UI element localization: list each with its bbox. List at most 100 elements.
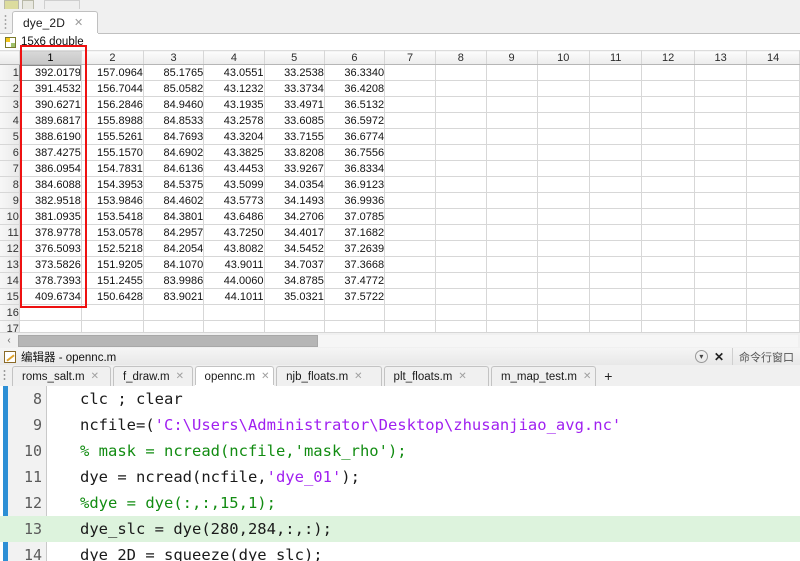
cell-r14-c13[interactable] [694,273,747,289]
cell-r3-c12[interactable] [642,97,695,113]
cell-r5-c1[interactable]: 388.6190 [19,129,81,145]
cell-r6-c13[interactable] [694,145,747,161]
cell-r6-c12[interactable] [642,145,695,161]
cell-r13-c5[interactable]: 34.7037 [264,257,324,273]
column-header-9[interactable]: 9 [486,51,537,65]
table-row[interactable]: 13373.5826151.920584.107043.901134.70373… [0,257,800,273]
cell-r3-c9[interactable] [486,97,537,113]
cell-r6-c14[interactable] [747,145,800,161]
cell-r7-c3[interactable]: 84.6136 [143,161,203,177]
cell-r10-c14[interactable] [747,209,800,225]
cell-r7-c14[interactable] [747,161,800,177]
cell-r3-c6[interactable]: 36.5132 [324,97,384,113]
cell-r3-c1[interactable]: 390.6271 [19,97,81,113]
cell-r7-c11[interactable] [590,161,642,177]
code-line-12[interactable]: 12%dye = dye(:,:,15,1); [0,490,800,516]
cell-r1-c13[interactable] [694,65,747,81]
cell-r3-c8[interactable] [435,97,486,113]
cell-r17-c10[interactable] [537,321,590,333]
cell-r1-c6[interactable]: 36.3340 [324,65,384,81]
cell-r10-c1[interactable]: 381.0935 [19,209,81,225]
cell-r9-c9[interactable] [486,193,537,209]
cell-r12-c1[interactable]: 376.5093 [19,241,81,257]
cell-r5-c6[interactable]: 36.6774 [324,129,384,145]
column-header-11[interactable]: 11 [590,51,642,65]
cell-r16-c6[interactable] [324,305,384,321]
cell-r5-c14[interactable] [747,129,800,145]
variable-grid-scroll[interactable]: 1234567891011121314 1392.0179157.096485.… [0,50,800,332]
table-row[interactable]: 3390.6271156.284684.946043.193533.497136… [0,97,800,113]
table-row[interactable]: 11378.9778153.057884.295743.725034.40173… [0,225,800,241]
cell-r14-c8[interactable] [435,273,486,289]
cell-r3-c7[interactable] [385,97,436,113]
cell-r6-c1[interactable]: 387.4275 [19,145,81,161]
cell-r9-c8[interactable] [435,193,486,209]
cell-r16-c11[interactable] [590,305,642,321]
cell-r3-c14[interactable] [747,97,800,113]
row-header-12[interactable]: 12 [0,241,19,257]
row-header-7[interactable]: 7 [0,161,19,177]
cell-r5-c9[interactable] [486,129,537,145]
cell-r17-c11[interactable] [590,321,642,333]
cell-r8-c9[interactable] [486,177,537,193]
cell-r12-c9[interactable] [486,241,537,257]
cell-r16-c12[interactable] [642,305,695,321]
row-header-1[interactable]: 1 [0,65,19,81]
cell-r1-c2[interactable]: 157.0964 [81,65,143,81]
column-header-2[interactable]: 2 [81,51,143,65]
cell-r7-c1[interactable]: 386.0954 [19,161,81,177]
cell-r9-c12[interactable] [642,193,695,209]
cell-r12-c6[interactable]: 37.2639 [324,241,384,257]
cell-r11-c4[interactable]: 43.7250 [204,225,264,241]
cell-r1-c9[interactable] [486,65,537,81]
cell-r15-c14[interactable] [747,289,800,305]
cell-r15-c7[interactable] [385,289,436,305]
cell-r7-c7[interactable] [385,161,436,177]
cell-r7-c12[interactable] [642,161,695,177]
cell-r16-c7[interactable] [385,305,436,321]
cell-r12-c14[interactable] [747,241,800,257]
cell-r16-c5[interactable] [264,305,324,321]
cell-r17-c12[interactable] [642,321,695,333]
cell-r17-c2[interactable] [81,321,143,333]
cell-r11-c2[interactable]: 153.0578 [81,225,143,241]
cell-r7-c10[interactable] [537,161,590,177]
cell-r17-c7[interactable] [385,321,436,333]
cell-r14-c5[interactable]: 34.8785 [264,273,324,289]
code-area[interactable]: 8clc ; clear9ncfile=('C:\Users\Administr… [0,386,800,561]
cell-r14-c12[interactable] [642,273,695,289]
cell-r9-c14[interactable] [747,193,800,209]
cell-r11-c11[interactable] [590,225,642,241]
table-row[interactable]: 7386.0954154.783184.613643.445333.926736… [0,161,800,177]
cell-r9-c10[interactable] [537,193,590,209]
row-header-2[interactable]: 2 [0,81,19,97]
cell-r6-c4[interactable]: 43.3825 [204,145,264,161]
cell-r16-c9[interactable] [486,305,537,321]
column-header-3[interactable]: 3 [143,51,203,65]
column-header-4[interactable]: 4 [204,51,264,65]
column-header-7[interactable]: 7 [385,51,436,65]
code-line-9[interactable]: 9ncfile=('C:\Users\Administrator\Desktop… [0,412,800,438]
cell-r16-c4[interactable] [204,305,264,321]
table-row[interactable]: 9382.9518153.984684.460243.577334.149336… [0,193,800,209]
close-icon[interactable]: ✕ [74,18,83,29]
cell-r1-c8[interactable] [435,65,486,81]
cell-r8-c1[interactable]: 384.6088 [19,177,81,193]
column-header-13[interactable]: 13 [694,51,747,65]
column-header-6[interactable]: 6 [324,51,384,65]
cell-r15-c10[interactable] [537,289,590,305]
row-header-11[interactable]: 11 [0,225,19,241]
cell-r8-c6[interactable]: 36.9123 [324,177,384,193]
cell-r6-c5[interactable]: 33.8208 [264,145,324,161]
cell-r2-c4[interactable]: 43.1232 [204,81,264,97]
cell-r2-c14[interactable] [747,81,800,97]
cell-r11-c3[interactable]: 84.2957 [143,225,203,241]
cell-r2-c10[interactable] [537,81,590,97]
cell-r6-c2[interactable]: 155.1570 [81,145,143,161]
cell-r4-c5[interactable]: 33.6085 [264,113,324,129]
cell-r2-c3[interactable]: 85.0582 [143,81,203,97]
cell-r16-c2[interactable] [81,305,143,321]
cell-r11-c5[interactable]: 34.4017 [264,225,324,241]
cell-r6-c7[interactable] [385,145,436,161]
cell-r9-c2[interactable]: 153.9846 [81,193,143,209]
